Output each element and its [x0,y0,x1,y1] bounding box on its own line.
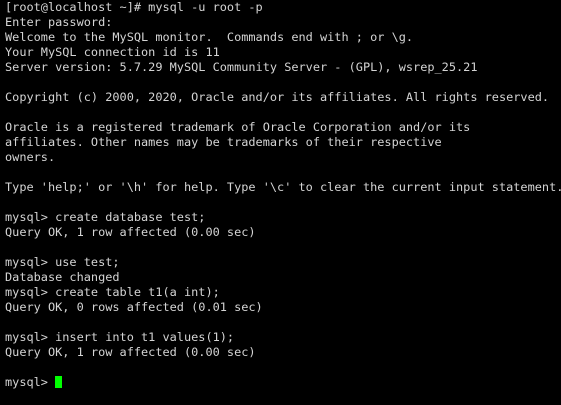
terminal-line: Query OK, 1 row affected (0.00 sec) [5,225,256,239]
terminal-line: mysql> use test; [5,255,120,269]
terminal-line: Welcome to the MySQL monitor. Commands e… [5,30,414,44]
terminal-line: Type 'help;' or '\h' for help. Type '\c'… [5,180,561,194]
terminal-line: Database changed [5,270,120,284]
terminal-line: Copyright (c) 2000, 2020, Oracle and/or … [5,90,550,104]
terminal-line: Enter password: [5,15,113,29]
terminal-line: mysql> insert into t1 values(1); [5,330,235,344]
terminal-line: mysql> create table t1(a int); [5,285,220,299]
terminal-line: [root@localhost ~]# mysql -u root -p [5,0,263,14]
terminal-line: Query OK, 0 rows affected (0.01 sec) [5,300,263,314]
terminal-line: affiliates. Other names may be trademark… [5,135,442,149]
terminal-line: Your MySQL connection id is 11 [5,45,220,59]
terminal-line: Server version: 5.7.29 MySQL Community S… [5,60,478,74]
terminal-line: Query OK, 1 row affected (0.00 sec) [5,345,256,359]
terminal-window[interactable]: [root@localhost ~]# mysql -u root -p Ent… [0,0,561,405]
text-cursor[interactable] [55,376,63,388]
terminal-line: Oracle is a registered trademark of Orac… [5,120,471,134]
mysql-prompt: mysql> [5,375,56,389]
terminal-line: owners. [5,150,56,164]
prompt-line[interactable]: mysql> [5,375,561,390]
terminal-line: mysql> create database test; [5,210,206,224]
